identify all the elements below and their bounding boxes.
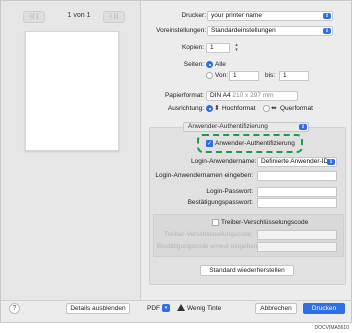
password-label: Login-Passwort: [206, 188, 253, 195]
pages-to-label: bis: [265, 72, 276, 79]
login-name-input-label: Login-Anwendernamen eingeben: [155, 172, 253, 179]
auth-checkbox[interactable]: ✓ [206, 140, 213, 147]
password-confirm-label: Bestätigungspasswort: [187, 199, 253, 206]
chevron-down-icon: ▾ [162, 304, 170, 313]
printer-label: Drucker: [181, 12, 206, 19]
pages-from-label: Von: [215, 72, 229, 79]
login-name-value: Definierte Anwender-ID [261, 158, 329, 165]
page-preview [25, 31, 119, 151]
cancel-button[interactable]: Abbrechen [255, 303, 297, 314]
help-button[interactable]: ? [9, 303, 20, 314]
print-dialog: ⟨⟨ ⟨ 1 von 1 ⟩ ⟩⟩ Drucker: your printer … [0, 0, 352, 323]
previous-page-button[interactable]: ⟨⟨ ⟨ [23, 11, 45, 23]
encryption-confirm-input[interactable] [257, 242, 337, 252]
orientation-landscape-radio[interactable] [263, 105, 270, 112]
orientation-label: Ausrichtung: [167, 105, 204, 112]
copies-input[interactable]: 1 [206, 43, 230, 53]
dropdown-arrow-icon: ⇕ [323, 28, 331, 34]
preview-pane: ⟨⟨ ⟨ 1 von 1 ⟩ ⟩⟩ [1, 1, 141, 301]
paper-select[interactable]: DIN A4 210 x 297 mm [206, 91, 298, 101]
section-select-value: Anwender-Authentifizierung [188, 123, 268, 130]
presets-select[interactable]: Standardeinstellungen ⇕ [207, 26, 333, 36]
orientation-portrait-radio[interactable] [206, 105, 213, 112]
presets-label: Voreinstellungen: [156, 27, 206, 34]
restore-defaults-button[interactable]: Standard wiederherstellen [200, 265, 294, 276]
ink-warning-label: Wenig Tinte [187, 305, 222, 312]
dropdown-arrow-icon: ⇕ [327, 159, 335, 165]
login-name-select[interactable]: Definierte Anwender-ID ⇕ [257, 157, 337, 167]
paper-dims: 210 x 297 mm [232, 92, 274, 99]
landscape-icon: ⬌ [271, 105, 277, 112]
orientation-landscape-label: Querformat [280, 105, 313, 112]
password-input[interactable] [257, 187, 337, 197]
orientation-portrait-label: Hochformat [222, 105, 256, 112]
pages-all-label: Alle [215, 61, 226, 68]
login-name-label: Login-Anwendername: [191, 158, 257, 165]
encryption-code-label: Treiber-Verschlüsselungscode: [164, 231, 253, 238]
hide-details-button[interactable]: Details ausblenden [66, 303, 130, 314]
section-select[interactable]: Anwender-Authentifizierung ⇕ [183, 122, 309, 132]
printer-select[interactable]: your printer name ⇕ [207, 11, 333, 21]
paper-label: Papierformat: [164, 92, 204, 99]
encryption-checkbox[interactable] [212, 219, 219, 226]
login-name-input[interactable] [257, 171, 337, 181]
pages-from-input[interactable]: 1 [229, 71, 259, 81]
presets-value: Standardeinstellungen [211, 27, 276, 34]
printer-value: your printer name [211, 12, 262, 19]
paper-value: DIN A4 [210, 92, 231, 99]
pages-range-radio[interactable] [206, 72, 213, 79]
pages-all-radio[interactable] [206, 61, 213, 68]
copies-label: Kopien: [181, 44, 204, 51]
figure-code: DOCVIMA5610 [314, 325, 349, 331]
dropdown-arrow-icon: ⇕ [323, 13, 331, 19]
password-confirm-input[interactable] [257, 198, 337, 208]
footer-divider [1, 300, 352, 301]
copies-stepper-icon[interactable]: ▴ ▾ [233, 43, 240, 53]
print-button[interactable]: Drucken [303, 303, 345, 314]
page-count: 1 von 1 [67, 12, 91, 19]
dropdown-arrow-icon: ⇕ [299, 124, 307, 130]
encryption-checkbox-label: Treiber-Verschlüsselungscode [221, 219, 309, 226]
next-page-button[interactable]: ⟩ ⟩⟩ [103, 11, 125, 23]
pages-to-input[interactable]: 1 [279, 71, 309, 81]
warning-icon [177, 304, 185, 311]
encryption-code-input[interactable] [257, 230, 337, 240]
pdf-label: PDF [147, 305, 160, 312]
auth-checkbox-label: Anwender-Authentifizierung [215, 140, 295, 147]
encryption-confirm-label: Bestätigungscode erneut eingeben: [157, 243, 260, 250]
pages-label: Seiten: [183, 61, 204, 68]
pdf-menu-button[interactable]: PDF ▾ [147, 303, 170, 314]
ink-warning: Wenig Tinte [177, 303, 221, 314]
page-navigator: ⟨⟨ ⟨ 1 von 1 ⟩ ⟩⟩ [23, 11, 139, 23]
portrait-icon: ⬍ [214, 105, 220, 112]
